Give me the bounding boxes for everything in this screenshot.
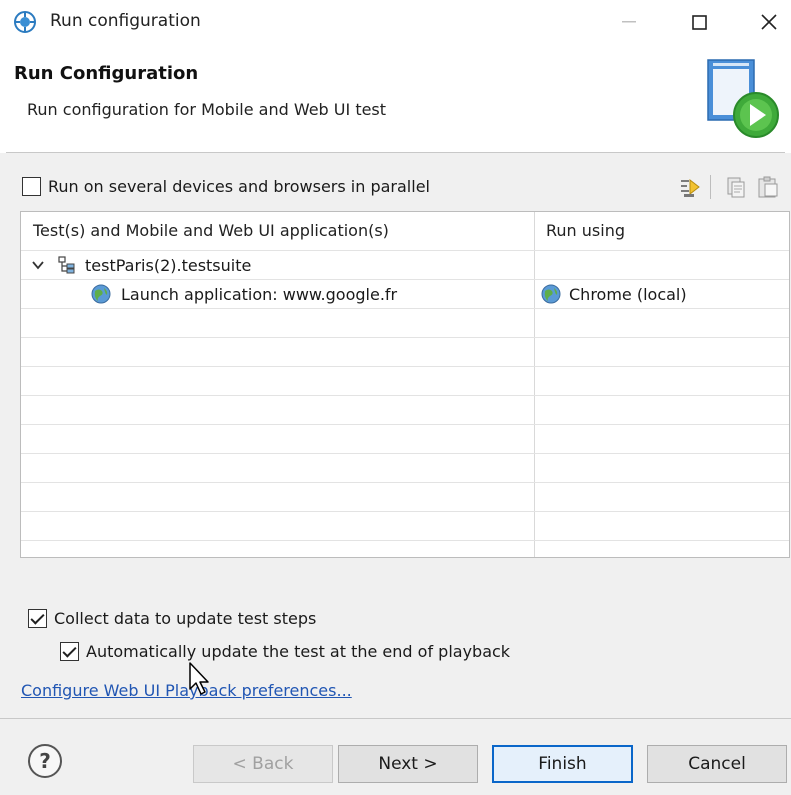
row-divider	[21, 453, 789, 454]
app-icon	[14, 11, 36, 33]
row-divider	[21, 424, 789, 425]
launch-application-label: Launch application: www.google.fr	[121, 284, 398, 304]
collect-data-label: Collect data to update test steps	[54, 609, 317, 628]
parallel-checkbox-label: Run on several devices and browsers in p…	[48, 177, 430, 196]
configure-playback-preferences-link[interactable]: Configure Web UI Playback preferences...	[21, 681, 352, 700]
test-suite-label: testParis(2).testsuite	[85, 255, 252, 275]
auto-update-checkbox[interactable]	[60, 642, 79, 661]
paste-settings-icon[interactable]	[756, 175, 780, 199]
row-divider	[21, 540, 789, 541]
maximize-button[interactable]	[676, 6, 722, 38]
test-run-table: Test(s) and Mobile and Web UI applicatio…	[20, 211, 790, 558]
minimize-button[interactable]	[606, 6, 652, 38]
window-title: Run configuration	[50, 11, 201, 31]
run-configuration-banner-icon	[707, 59, 779, 138]
collect-data-checkbox[interactable]	[28, 609, 47, 628]
row-divider	[21, 366, 789, 367]
maximize-icon	[691, 14, 707, 30]
run-using-label: Chrome (local)	[569, 284, 687, 304]
dialog-footer: ? < Back Next > Finish Cancel	[0, 718, 791, 795]
copy-settings-icon[interactable]	[724, 175, 748, 199]
back-button[interactable]: < Back	[193, 745, 333, 783]
run-using-cell[interactable]: Chrome (local)	[541, 280, 687, 308]
row-divider	[21, 395, 789, 396]
column-header-tests[interactable]: Test(s) and Mobile and Web UI applicatio…	[21, 212, 534, 250]
cancel-button[interactable]: Cancel	[647, 745, 787, 783]
assign-icon[interactable]	[678, 175, 702, 199]
globe-icon	[91, 284, 111, 304]
close-icon	[761, 14, 777, 30]
auto-update-label: Automatically update the test at the end…	[86, 642, 511, 661]
test-suite-icon	[58, 256, 75, 274]
table-row[interactable]: Launch application: www.google.fr	[91, 280, 397, 308]
row-divider	[21, 337, 789, 338]
title-bar: Run configuration	[0, 0, 791, 44]
browser-globe-icon	[541, 284, 561, 304]
finish-button[interactable]: Finish	[492, 745, 633, 783]
parallel-checkbox[interactable]	[22, 177, 41, 196]
page-description: Run configuration for Mobile and Web UI …	[27, 100, 387, 119]
close-button[interactable]	[746, 6, 791, 38]
minimize-icon	[622, 21, 636, 23]
row-divider	[21, 308, 789, 309]
chevron-down-icon[interactable]	[31, 258, 45, 272]
dialog-header: Run Configuration Run configuration for …	[0, 44, 791, 152]
table-row[interactable]: testParis(2).testsuite	[31, 251, 251, 279]
mouse-cursor-icon	[189, 662, 209, 695]
row-divider	[21, 482, 789, 483]
next-button[interactable]: Next >	[338, 745, 478, 783]
toolbar-separator	[710, 175, 711, 199]
help-button[interactable]: ?	[28, 744, 62, 778]
column-divider	[534, 212, 535, 557]
column-header-run-using[interactable]: Run using	[534, 212, 789, 250]
row-divider	[21, 511, 789, 512]
dialog-content: Run on several devices and browsers in p…	[0, 153, 791, 718]
page-title: Run Configuration	[14, 63, 199, 84]
